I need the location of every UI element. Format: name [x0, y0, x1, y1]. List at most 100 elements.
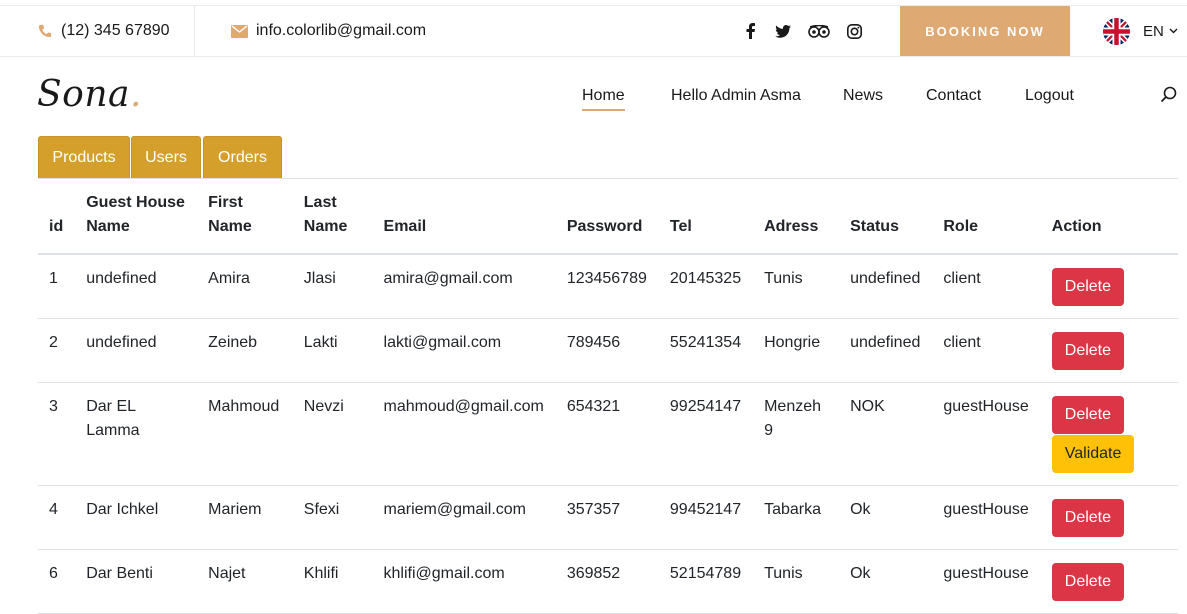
cell-id: 1 [38, 254, 76, 319]
booking-now-button[interactable]: BOOKING NOW [900, 6, 1070, 56]
delete-button[interactable]: Delete [1051, 499, 1125, 537]
instagram-link[interactable] [847, 6, 862, 56]
divider [194, 6, 195, 56]
col-status: Status [839, 179, 933, 255]
col-action: Action [1040, 179, 1178, 255]
col-label: Name [303, 218, 348, 235]
cell-password: 357357 [555, 485, 659, 550]
delete-button[interactable]: Delete [1051, 268, 1125, 306]
cell-action: Delete [1040, 318, 1178, 383]
col-email: Email [372, 179, 556, 255]
tripadvisor-link[interactable] [808, 6, 830, 56]
col-adress: Adress [753, 179, 840, 255]
top-bar: (12) 345 67890 info.colorlib@gmail.com B… [0, 5, 1187, 57]
nav-hello-admin[interactable]: Hello Admin Asma [671, 87, 801, 105]
language-selector[interactable]: EN [1103, 6, 1178, 56]
logo-dot: . [129, 74, 142, 115]
cell-email: mahmoud@gmail.com [372, 382, 556, 486]
cell-status: Ok [839, 485, 933, 550]
nav-logout[interactable]: Logout [1025, 87, 1074, 105]
cell-first-name: Zeineb [197, 318, 293, 383]
cell-id: 4 [38, 485, 76, 550]
cell-tel: 55241354 [658, 318, 754, 383]
envelope-icon [230, 23, 248, 39]
email-info: info.colorlib@gmail.com [230, 6, 426, 56]
delete-button[interactable]: Delete [1051, 332, 1125, 370]
cell-last-name: Jlasi [292, 254, 373, 319]
cell-status: undefined [839, 318, 933, 383]
delete-button[interactable]: Delete [1051, 396, 1125, 434]
uk-flag-icon [1103, 17, 1130, 45]
cell-adress: Tunis [753, 254, 840, 319]
col-first-name: First Name [197, 179, 293, 255]
cell-email: amira@gmail.com [372, 254, 556, 319]
cell-role: client [932, 254, 1041, 319]
tab-products[interactable]: Products [38, 136, 130, 178]
cell-password: 654321 [555, 382, 659, 486]
cell-last-name: Sfexi [292, 485, 373, 550]
cell-adress: Hongrie [753, 318, 840, 383]
cell-guest-house: undefined [75, 318, 198, 383]
cell-status: NOK [839, 382, 933, 486]
col-label: Name [208, 218, 252, 235]
language-label: EN [1143, 22, 1164, 40]
facebook-link[interactable] [746, 6, 755, 56]
col-label: Last [303, 194, 337, 211]
col-label: Guest House [86, 194, 185, 211]
phone-info: (12) 345 67890 [37, 6, 170, 56]
logo-text: Sona [37, 74, 130, 115]
cell-action: Delete [1040, 549, 1178, 614]
nav-home[interactable]: Home [582, 87, 625, 111]
cell-first-name: Mariem [197, 485, 293, 550]
cell-last-name: Khlifi [292, 549, 373, 614]
cell-tel: 20145325 [658, 254, 754, 319]
cell-tel: 99254147 [658, 382, 754, 486]
cell-email: mariem@gmail.com [372, 485, 556, 550]
cell-tel: 52154789 [658, 549, 754, 614]
delete-button[interactable]: Delete [1051, 563, 1125, 601]
cell-password: 123456789 [555, 254, 659, 319]
search-icon[interactable] [1160, 86, 1178, 109]
col-tel: Tel [658, 179, 754, 255]
cell-status: undefined [839, 254, 933, 319]
site-logo[interactable]: Sona. [37, 74, 142, 115]
cell-email: lakti@gmail.com [372, 318, 556, 383]
cell-id: 6 [38, 549, 76, 614]
cell-guest-house: Dar Benti [75, 549, 198, 614]
cell-first-name: Najet [197, 549, 293, 614]
twitter-icon [775, 21, 791, 41]
cell-last-name: Nevzi [292, 382, 373, 486]
chevron-down-icon [1169, 28, 1178, 34]
cell-first-name: Mahmoud [197, 382, 293, 486]
phone-icon [37, 23, 53, 39]
users-table: id Guest House Name First Name Last Name Em… [38, 179, 1178, 614]
cell-adress: Menzeh 9 [753, 382, 840, 486]
col-label: Name [86, 218, 130, 235]
validate-button[interactable]: Validate [1051, 435, 1135, 473]
cell-role: guestHouse [932, 382, 1041, 486]
cell-guest-house: undefined [75, 254, 198, 319]
table-header-row: id Guest House Name First Name Last Name Em… [38, 179, 1178, 255]
cell-id: 2 [38, 318, 76, 383]
instagram-icon [847, 21, 862, 41]
cell-action: Delete [1040, 254, 1178, 319]
col-last-name: Last Name [292, 179, 373, 255]
cell-role: guestHouse [932, 485, 1041, 550]
twitter-link[interactable] [775, 6, 791, 56]
col-label: First [208, 194, 243, 211]
tripadvisor-icon [808, 21, 830, 41]
facebook-icon [746, 21, 755, 41]
tab-users[interactable]: Users [131, 136, 201, 178]
cell-guest-house: Dar Ichkel [75, 485, 198, 550]
cell-role: guestHouse [932, 549, 1041, 614]
cell-action: Delete Validate [1040, 382, 1178, 486]
cell-adress: Tabarka [753, 485, 840, 550]
nav-news[interactable]: News [843, 87, 883, 105]
cell-password: 369852 [555, 549, 659, 614]
tab-orders[interactable]: Orders [203, 136, 282, 178]
table-row: 3 Dar EL Lamma Mahmoud Nevzi mahmoud@gma… [38, 382, 1178, 486]
cell-first-name: Amira [197, 254, 293, 319]
cell-tel: 99452147 [658, 485, 754, 550]
cell-action: Delete [1040, 485, 1178, 550]
nav-contact[interactable]: Contact [926, 87, 981, 105]
